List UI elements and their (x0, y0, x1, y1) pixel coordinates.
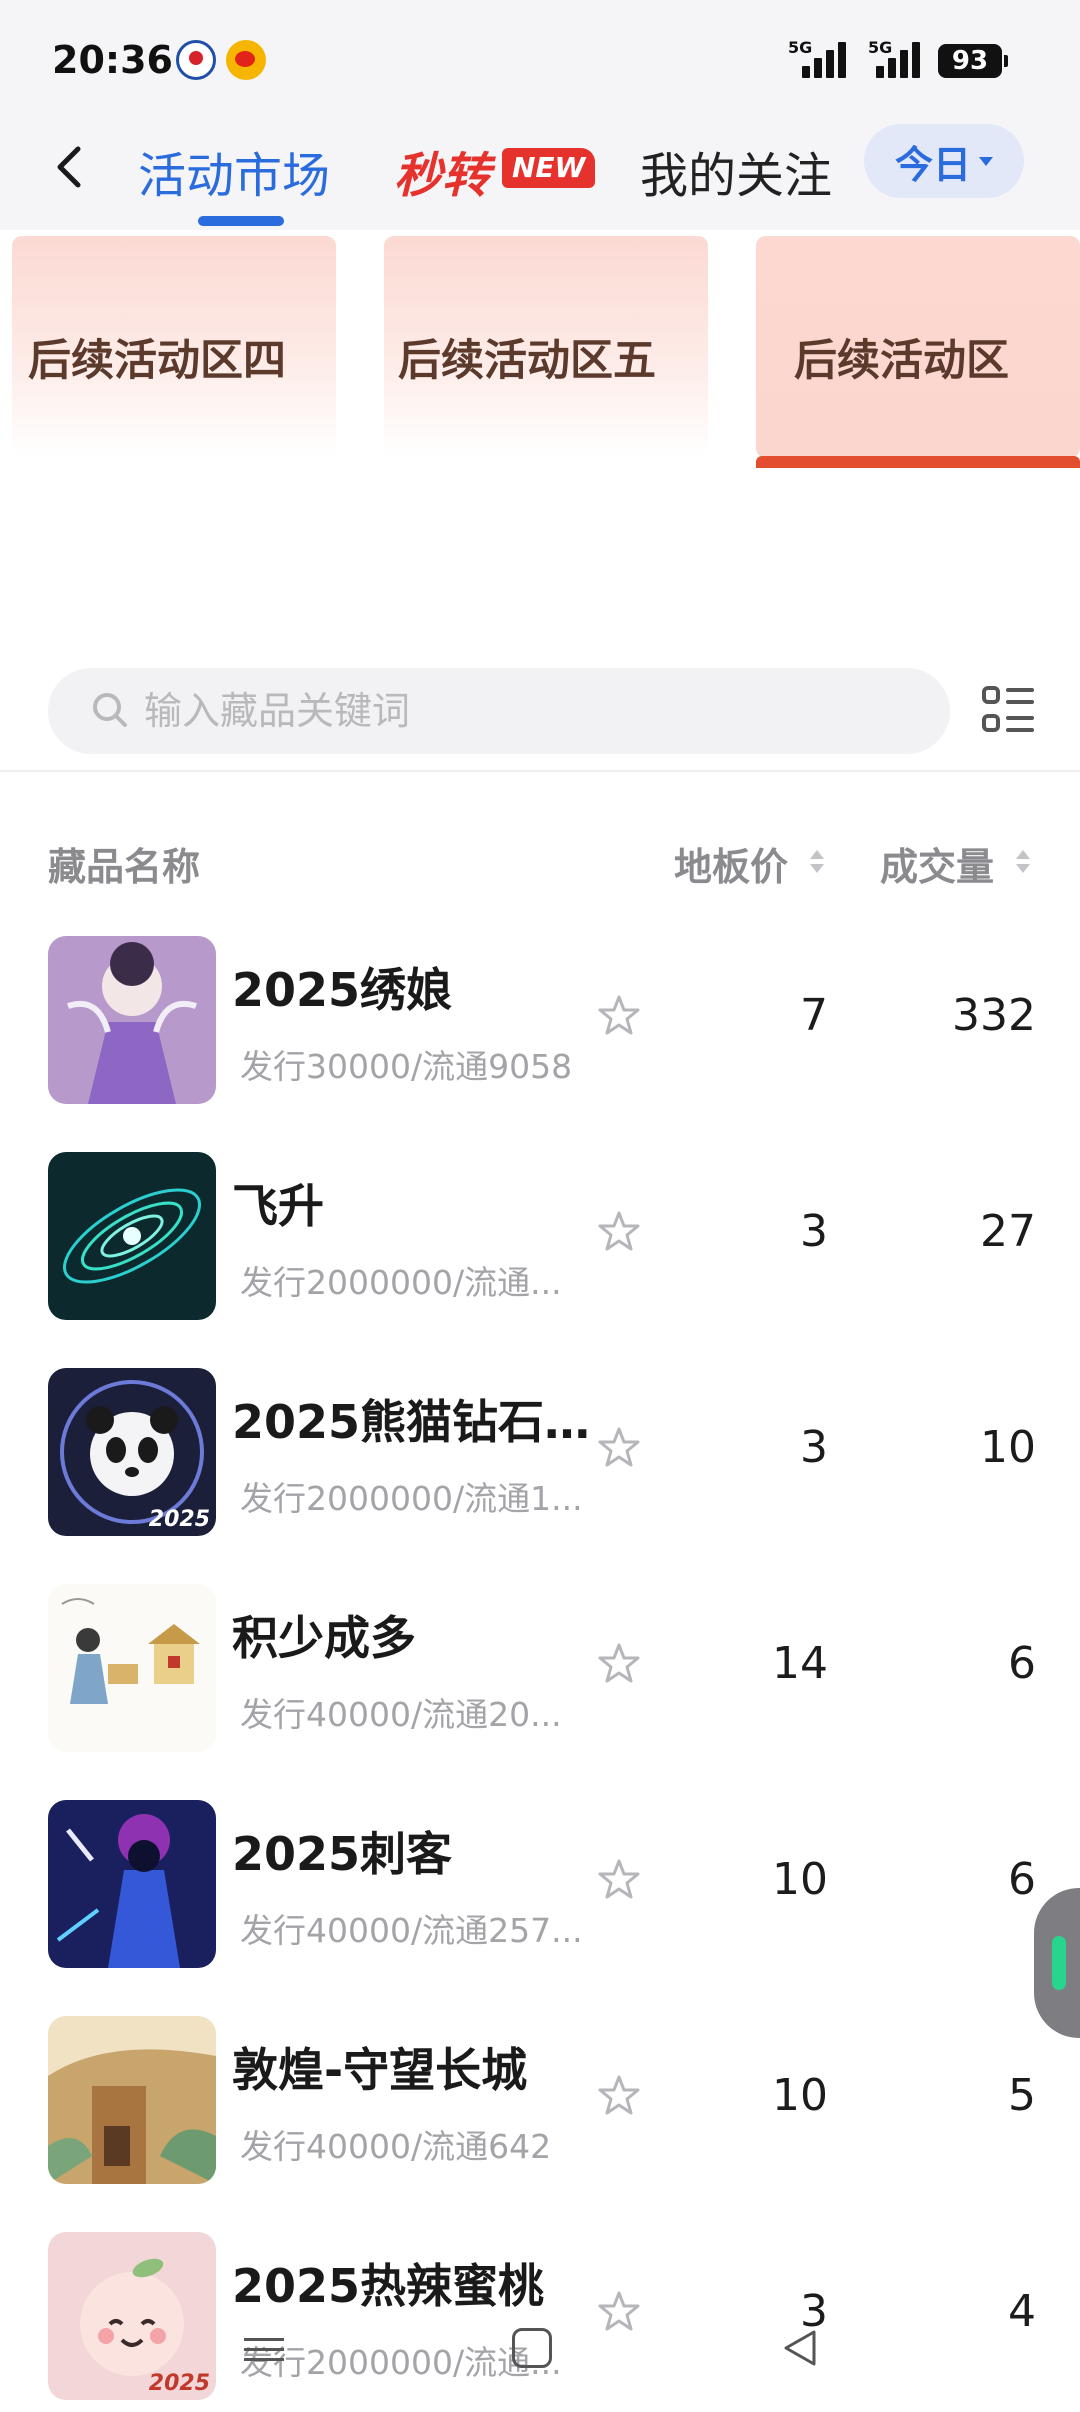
floating-assistant-handle[interactable] (1034, 1888, 1080, 2038)
weibo-icon (226, 40, 266, 80)
trade-volume: 6 (1008, 1638, 1036, 1689)
network-type-label: 5G (788, 38, 813, 57)
battery-icon: 93 (938, 44, 1008, 78)
year-tag: 2025 (148, 2371, 210, 2396)
column-header-floor-price[interactable]: 地板价 (674, 836, 788, 891)
home-icon[interactable] (512, 2328, 552, 2368)
tab-activity-market[interactable]: 活动市场 (138, 136, 330, 206)
item-name: 2025绣娘 (232, 963, 453, 1017)
trade-volume: 5 (1008, 2070, 1036, 2121)
item-supply: 发行40000/流通257... (240, 1911, 583, 1950)
list-view-icon[interactable] (980, 682, 1036, 738)
trade-volume: 27 (980, 1206, 1036, 1257)
network-type-label: 5G (868, 38, 893, 57)
chevron-left-icon (57, 146, 81, 188)
sort-icon[interactable] (810, 850, 826, 876)
search-icon (93, 693, 127, 727)
collection-row[interactable]: 积少成多 发行40000/流通20... 14 6 (0, 1580, 1080, 1796)
collection-row[interactable]: 2025绣娘 发行30000/流通9058 7 332 (0, 932, 1080, 1148)
item-name: 2025熊猫钻石... (232, 1395, 592, 1449)
trade-volume: 332 (952, 990, 1036, 1041)
area-label: 后续活动区五 (398, 336, 656, 386)
item-name: 2025热辣蜜桃 (232, 2259, 545, 2313)
item-name: 敦煌-守望长城 (232, 2043, 528, 2097)
collection-row[interactable]: 2025 2025热辣蜜桃 发行2000000/流通... 3 4 (0, 2228, 1080, 2412)
caret-down-icon (979, 156, 993, 166)
back-triangle-icon[interactable] (780, 2326, 820, 2370)
new-badge: NEW (502, 148, 596, 188)
collection-row[interactable]: 2025刺客 发行40000/流通257... 10 6 (0, 1796, 1080, 2012)
star-icon[interactable] (598, 2074, 640, 2116)
cosmic-vortex-thumbnail (48, 1152, 216, 1320)
column-header-name: 藏品名称 (48, 845, 201, 889)
area-selector: 后续活动区四 后续活动区五 后续活动区 (0, 232, 1080, 472)
area-label: 后续活动区 (794, 336, 1009, 386)
star-icon[interactable] (598, 1858, 640, 1900)
panda-thumbnail: 2025 (48, 1368, 216, 1536)
sort-icon[interactable] (1016, 850, 1032, 876)
tab-flash-transfer[interactable]: 秒转 (394, 136, 490, 206)
ink-sketch-thumbnail (48, 1584, 216, 1752)
divider (0, 770, 1080, 772)
collection-row[interactable]: 飞升 发行2000000/流通... 3 27 (0, 1148, 1080, 1364)
collection-row[interactable]: 敦煌-守望长城 发行40000/流通642 10 5 (0, 2012, 1080, 2228)
floor-price: 10 (772, 1854, 828, 1905)
floor-price: 3 (800, 1422, 828, 1473)
status-time: 20:36 (52, 38, 173, 82)
star-icon[interactable] (598, 1210, 640, 1252)
trade-volume: 4 (1008, 2286, 1036, 2337)
item-supply: 发行2000000/流通1... (240, 1479, 583, 1518)
embroidery-lady-thumbnail (48, 936, 216, 1104)
item-name: 2025刺客 (232, 1827, 453, 1881)
status-bar: 20:36 5G 5G 93 (0, 0, 1080, 120)
item-supply: 发行40000/流通20... (240, 1695, 562, 1734)
trade-volume: 10 (980, 1422, 1036, 1473)
column-header-volume[interactable]: 成交量 (880, 836, 994, 891)
tab-my-follows[interactable]: 我的关注 (640, 136, 832, 206)
back-button[interactable] (40, 132, 100, 202)
app-root: 20:36 5G 5G 93 活动市场 秒转 NEW 我的关注 今日 后续活动区… (0, 0, 1080, 2412)
news-app-icon (176, 40, 216, 80)
star-icon[interactable] (598, 1426, 640, 1468)
menu-icon[interactable] (244, 2334, 284, 2364)
floor-price: 7 (800, 990, 828, 1041)
star-icon[interactable] (598, 1642, 640, 1684)
collection-row[interactable]: 2025 2025熊猫钻石... 发行2000000/流通1... 3 10 (0, 1364, 1080, 1580)
great-wall-thumbnail (48, 2016, 216, 2184)
item-name: 飞升 (232, 1179, 324, 1233)
floor-price: 14 (772, 1638, 828, 1689)
active-tab-indicator (198, 216, 284, 226)
trade-volume: 6 (1008, 1854, 1036, 1905)
area-card[interactable]: 后续活动区四 (12, 236, 336, 458)
period-label: 今日 (894, 142, 971, 187)
signal-icon: 5G (868, 38, 932, 82)
area-card-selected[interactable]: 后续活动区 (756, 236, 1080, 468)
year-tag: 2025 (148, 1507, 210, 1532)
peach-thumbnail: 2025 (48, 2232, 216, 2400)
item-supply: 发行2000000/流通... (240, 1263, 562, 1302)
period-dropdown[interactable]: 今日 (864, 124, 1024, 198)
selected-indicator (756, 456, 1080, 468)
star-icon[interactable] (598, 2290, 640, 2332)
top-nav: 活动市场 秒转 NEW 我的关注 今日 (0, 120, 1080, 230)
floor-price: 10 (772, 2070, 828, 2121)
item-supply: 发行40000/流通642 (240, 2127, 552, 2166)
search-bar (48, 668, 950, 754)
assassin-thumbnail (48, 1800, 216, 1968)
star-icon[interactable] (598, 994, 640, 1036)
signal-icon: 5G (788, 38, 852, 82)
area-card[interactable]: 后续活动区五 (384, 236, 708, 458)
item-name: 积少成多 (232, 1611, 416, 1665)
floor-price: 3 (800, 1206, 828, 1257)
area-label: 后续活动区四 (28, 336, 286, 386)
item-supply: 发行30000/流通9058 (240, 1047, 573, 1086)
search-input[interactable] (144, 668, 924, 754)
